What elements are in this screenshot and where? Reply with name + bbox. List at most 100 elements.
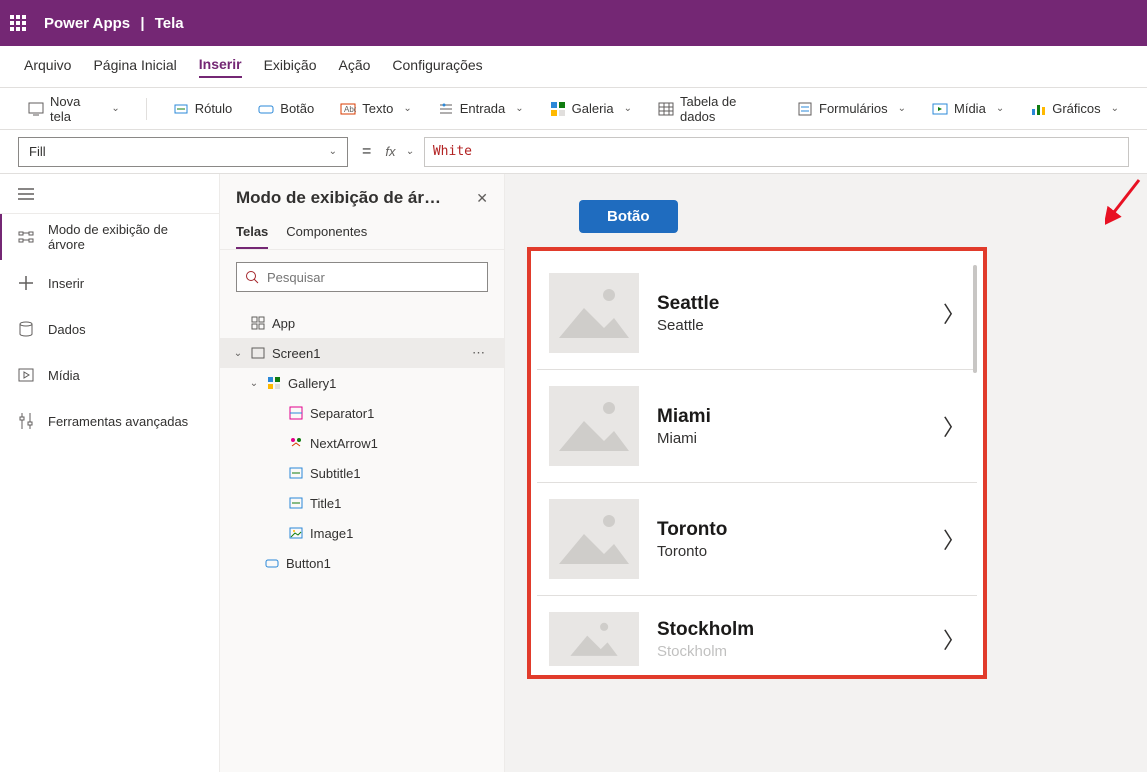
gallery-control[interactable]: SeattleSeattle 〉 MiamiMiami 〉 TorontoTor…	[537, 257, 977, 669]
menu-view[interactable]: Exibição	[264, 57, 317, 77]
tree-node-gallery1[interactable]: ⌄ Gallery1	[220, 368, 504, 398]
input-icon	[438, 101, 454, 117]
chevron-down-icon[interactable]: ⌄	[248, 378, 260, 389]
gallery-item[interactable]: Stockholm Stockholm 〉	[537, 596, 977, 669]
form-icon	[797, 101, 813, 117]
fx-dropdown[interactable]: fx⌄	[385, 144, 414, 159]
tree-node-nextarrow1[interactable]: NextArrow1	[220, 428, 504, 458]
chevron-down-icon: ⌄	[996, 103, 1004, 114]
gallery-item-title: Toronto	[657, 519, 925, 541]
chevron-right-icon[interactable]: 〉	[943, 523, 965, 555]
image-placeholder-icon	[549, 273, 639, 353]
rail-media[interactable]: Mídia	[0, 352, 219, 398]
ribbon-button[interactable]: Botão	[258, 101, 314, 117]
tree-search-input[interactable]	[236, 262, 488, 292]
canvas[interactable]: Botão SeattleSeattle 〉 Miami Miami 〉 Toro…	[505, 174, 1147, 772]
tree-panel-title: Modo de exibição de ár…	[236, 188, 441, 208]
chart-icon	[1030, 101, 1046, 117]
menu-file[interactable]: Arquivo	[24, 57, 71, 77]
chevron-down-icon: ⌄	[403, 103, 411, 114]
svg-text:Abc: Abc	[344, 105, 356, 114]
ribbon-new-screen[interactable]: Nova tela⌄	[28, 94, 120, 124]
ribbon-media[interactable]: Mídia⌄	[932, 101, 1004, 117]
chevron-down-icon[interactable]: ⌄	[232, 348, 244, 359]
formula-bar: Fill ⌄ = fx⌄ White	[0, 130, 1147, 174]
scrollbar-thumb[interactable]	[973, 265, 977, 373]
menu-bar: Arquivo Página Inicial Inserir Exibição …	[0, 46, 1147, 88]
more-options-button[interactable]: ⋯	[472, 345, 492, 361]
close-panel-button[interactable]: ✕	[476, 190, 488, 207]
menu-settings[interactable]: Configurações	[392, 57, 482, 77]
gallery-icon	[550, 101, 566, 117]
rail-data[interactable]: Dados	[0, 306, 219, 352]
menu-action[interactable]: Ação	[338, 57, 370, 77]
tree-view-icon	[18, 229, 34, 245]
gallery-item[interactable]: Miami Miami 〉	[537, 370, 977, 483]
separator	[146, 98, 147, 120]
app-launcher-icon[interactable]	[10, 15, 26, 31]
table-icon	[658, 101, 674, 117]
image-placeholder-icon	[549, 386, 639, 466]
rail-advanced-tools[interactable]: Ferramentas avançadas	[0, 398, 219, 444]
gallery-node-icon	[266, 375, 282, 391]
gallery-item-subtitle: Miami	[657, 430, 925, 447]
app-title: Power Apps | Tela	[44, 15, 184, 32]
chevron-right-icon[interactable]: 〉	[943, 297, 965, 329]
rail-insert[interactable]: Inserir	[0, 260, 219, 306]
label-icon	[173, 101, 189, 117]
label-node-icon	[288, 495, 304, 511]
gallery-selection-frame: SeattleSeattle 〉 MiamiMiami 〉 TorontoTor…	[527, 247, 987, 679]
separator-icon	[288, 405, 304, 421]
chevron-down-icon: ⌄	[515, 103, 523, 114]
ribbon-datatable[interactable]: Tabela de dados	[658, 94, 771, 124]
ribbon-gallery[interactable]: Galeria⌄	[550, 101, 632, 117]
image-placeholder-icon	[549, 499, 639, 579]
data-icon	[18, 321, 34, 337]
image-placeholder-icon	[549, 612, 639, 666]
tree-tab-components[interactable]: Componentes	[286, 216, 367, 249]
ribbon-charts[interactable]: Gráficos⌄	[1030, 101, 1119, 117]
tree-node-button1[interactable]: Button1	[220, 548, 504, 578]
chevron-right-icon[interactable]: 〉	[943, 410, 965, 442]
property-selector[interactable]: Fill ⌄	[18, 137, 348, 167]
ribbon-input[interactable]: Entrada⌄	[438, 101, 524, 117]
chevron-down-icon: ⌄	[329, 146, 337, 157]
gallery-item-subtitle: Toronto	[657, 543, 925, 560]
tree-node-app[interactable]: App	[220, 308, 504, 338]
tree-node--title1[interactable]: Title1	[220, 488, 504, 518]
gallery-item[interactable]: Toronto Toronto 〉	[537, 483, 977, 596]
tree-node-separator1[interactable]: Separator1	[220, 398, 504, 428]
label-node-icon	[288, 465, 304, 481]
ribbon: Nova tela⌄ Rótulo Botão Abc Texto⌄ Entra…	[0, 88, 1147, 130]
search-icon	[245, 270, 259, 284]
gallery-item-title: Miami	[657, 406, 925, 428]
button-icon	[258, 101, 274, 117]
chevron-right-icon[interactable]: 〉	[943, 623, 965, 655]
menu-insert[interactable]: Inserir	[199, 56, 242, 78]
gallery-item-subtitle: Seattle	[657, 317, 925, 334]
equals-sign: =	[358, 143, 375, 161]
gallery-item-subtitle: Stockholm	[657, 643, 925, 660]
media-icon	[932, 101, 948, 117]
plus-icon	[18, 275, 34, 291]
title-bar: Power Apps | Tela	[0, 0, 1147, 46]
ribbon-forms[interactable]: Formulários⌄	[797, 101, 906, 117]
rail-collapse-button[interactable]	[0, 174, 219, 214]
formula-input[interactable]: White	[424, 137, 1129, 167]
left-rail: Modo de exibição de árvore Inserir Dados…	[0, 174, 220, 772]
gallery-item-title: Stockholm	[657, 619, 925, 641]
ribbon-text[interactable]: Abc Texto⌄	[340, 101, 411, 117]
canvas-button-control[interactable]: Botão	[579, 200, 678, 233]
tree-node-screen1[interactable]: ⌄ Screen1 ⋯	[220, 338, 504, 368]
screen-icon	[250, 345, 266, 361]
tree-node-image1[interactable]: Image1	[220, 518, 504, 548]
chevron-down-icon: ⌄	[1111, 103, 1119, 114]
tree-tab-screens[interactable]: Telas	[236, 216, 268, 249]
tree-panel: Modo de exibição de ár… ✕ Telas Componen…	[220, 174, 505, 772]
menu-home[interactable]: Página Inicial	[93, 57, 176, 77]
button-node-icon	[264, 555, 280, 571]
ribbon-label[interactable]: Rótulo	[173, 101, 233, 117]
rail-tree-view[interactable]: Modo de exibição de árvore	[0, 214, 219, 260]
gallery-item[interactable]: SeattleSeattle 〉	[537, 257, 977, 370]
tree-node-subtitle1[interactable]: Subtitle1	[220, 458, 504, 488]
